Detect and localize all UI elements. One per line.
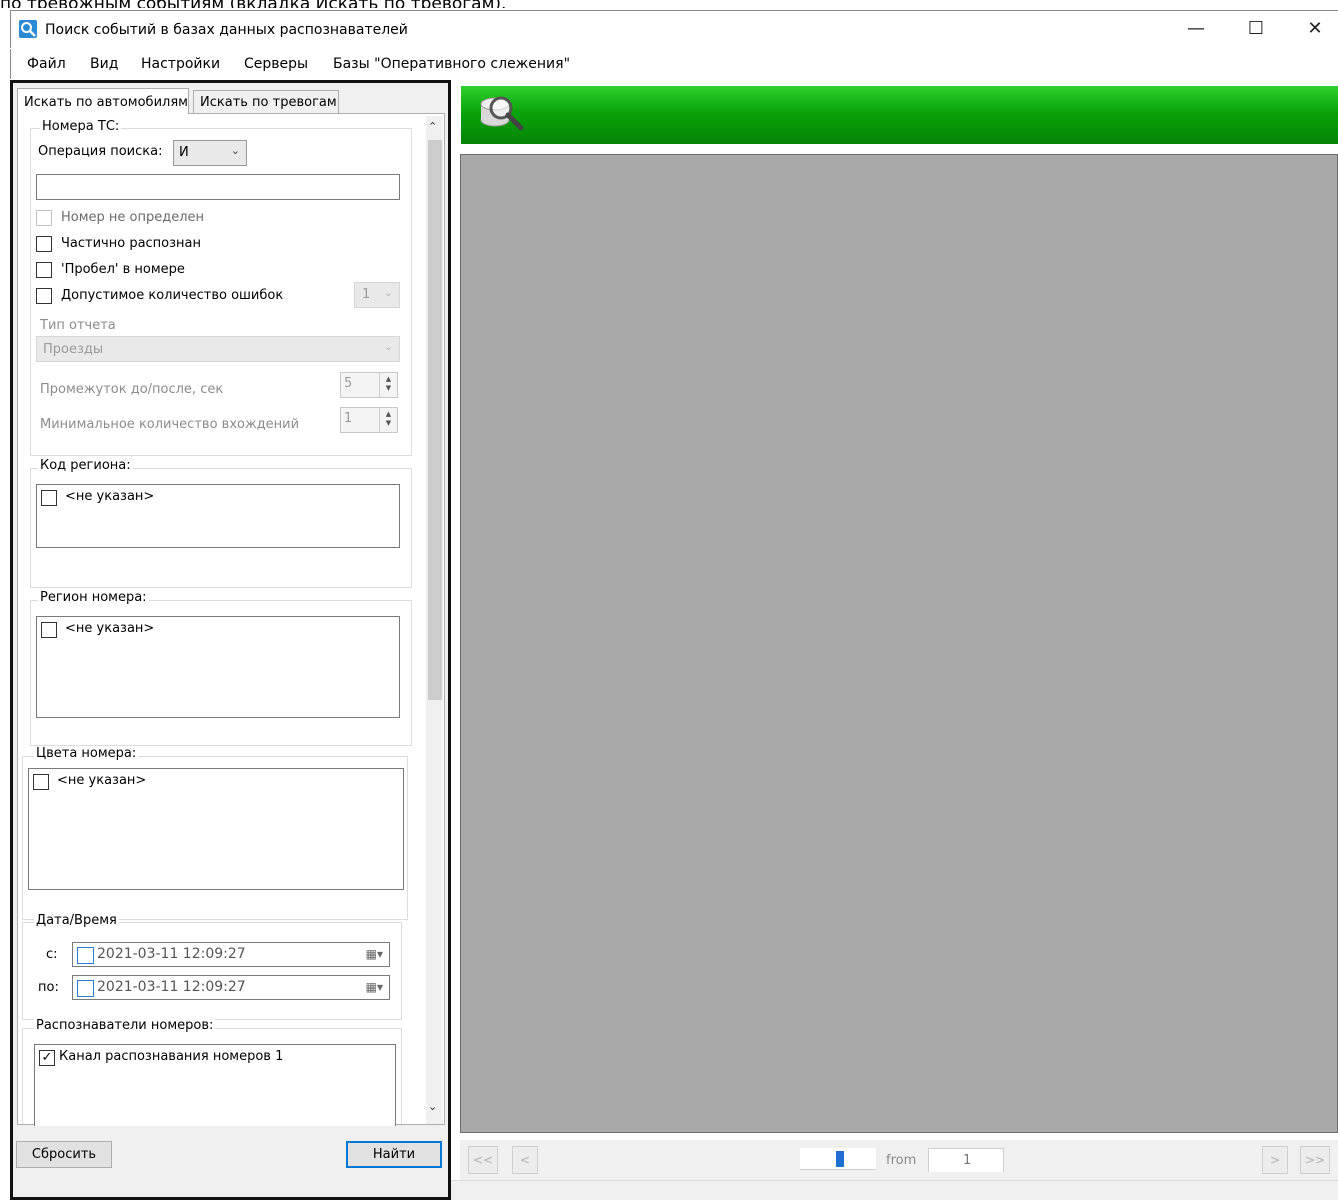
- chevron-down-icon: ⌄: [230, 144, 240, 157]
- date-from-picker[interactable]: 2021-03-11 12:09:27 ▦▾: [72, 942, 390, 967]
- prev-page-button[interactable]: <: [512, 1146, 538, 1174]
- app-icon: [19, 20, 37, 38]
- space-in-number-checkbox[interactable]: [36, 262, 52, 278]
- min-count-spinner[interactable]: 1 ▲ ▼: [340, 407, 398, 433]
- text-cursor: [836, 1151, 844, 1167]
- date-from-value: 2021-03-11 12:09:27: [97, 946, 246, 962]
- region-code-label: Код региона:: [38, 458, 133, 473]
- spinner-arrows-icon[interactable]: ▲ ▼: [379, 408, 397, 432]
- allowed-errors-label: Допустимое количество ошибок: [61, 288, 284, 303]
- menu-servers[interactable]: Серверы: [244, 56, 308, 72]
- tab-search-by-alarms[interactable]: Искать по тревогам: [193, 90, 339, 114]
- plate-colors-item-checkbox[interactable]: [33, 774, 49, 790]
- status-bar: [451, 1180, 1338, 1200]
- menu-view[interactable]: Вид: [90, 56, 118, 72]
- last-page-button[interactable]: >>: [1300, 1146, 1330, 1174]
- recognizers-label: Распознаватели номеров:: [34, 1018, 216, 1033]
- calendar-icon[interactable]: ▦▾: [366, 980, 383, 994]
- space-in-number-label: 'Пробел' в номере: [61, 262, 185, 277]
- report-type-select[interactable]: Проезды ⌄: [36, 336, 400, 362]
- region-code-item-label: <не указан>: [65, 489, 155, 504]
- report-type-value: Проезды: [43, 342, 104, 357]
- chevron-down-icon: ⌄: [383, 340, 393, 353]
- search-operation-value: И: [179, 145, 189, 160]
- partially-recognized-label: Частично распознан: [61, 236, 202, 251]
- date-to-label: по:: [38, 980, 59, 995]
- results-header: [461, 86, 1338, 144]
- date-from-label: с:: [46, 947, 58, 962]
- window-titlebar: Поиск событий в базах данных распознават…: [10, 10, 1338, 48]
- date-to-picker[interactable]: 2021-03-11 12:09:27 ▦▾: [72, 975, 390, 1000]
- date-to-checkbox[interactable]: [77, 980, 94, 997]
- search-operation-select[interactable]: И ⌄: [173, 140, 247, 166]
- min-count-label: Минимальное количество вхождений: [40, 417, 300, 432]
- region-code-list[interactable]: <не указан>: [36, 484, 400, 548]
- date-to-value: 2021-03-11 12:09:27: [97, 979, 246, 995]
- interval-value: 5: [344, 376, 353, 391]
- plate-colors-item-label: <не указан>: [57, 773, 147, 788]
- interval-spinner[interactable]: 5 ▲ ▼: [340, 372, 398, 398]
- plate-region-label: Регион номера:: [38, 590, 149, 605]
- minimize-button[interactable]: —: [1167, 11, 1225, 49]
- scroll-down-icon[interactable]: ⌄: [428, 1100, 437, 1113]
- plates-group-label: Номера ТС:: [40, 119, 122, 134]
- first-page-button[interactable]: <<: [468, 1146, 498, 1174]
- plate-region-item-label: <не указан>: [65, 621, 155, 636]
- spinner-arrows-icon[interactable]: ▲ ▼: [379, 373, 397, 397]
- total-pages-field: 1: [928, 1148, 1004, 1172]
- menu-realtime-databases[interactable]: Базы "Оперативного слежения": [333, 56, 570, 72]
- scroll-up-icon[interactable]: ⌃: [428, 120, 437, 133]
- partially-recognized-checkbox[interactable]: [36, 236, 52, 252]
- close-button[interactable]: ✕: [1286, 11, 1338, 49]
- datetime-group: [22, 922, 402, 1020]
- vertical-scrollbar[interactable]: ⌃ ⌄: [426, 116, 443, 1124]
- menu-file[interactable]: Файл: [27, 56, 66, 72]
- search-icon: [477, 90, 527, 142]
- recognizer-item-label: Канал распознавания номеров 1: [59, 1049, 284, 1064]
- menubar: Файл Вид Настройки Серверы Базы "Операти…: [10, 49, 1338, 79]
- reset-button[interactable]: Сбросить: [16, 1141, 112, 1168]
- recognizer-item-checkbox[interactable]: ✓: [39, 1050, 55, 1066]
- tab-content: Номера ТС: Операция поиска: И ⌄ Номер не…: [17, 113, 445, 1126]
- find-button[interactable]: Найти: [346, 1141, 442, 1168]
- plate-region-list[interactable]: <не указан>: [36, 616, 400, 718]
- datetime-label: Дата/Время: [34, 913, 119, 928]
- window-title: Поиск событий в базах данных распознават…: [45, 22, 408, 38]
- region-code-item-checkbox[interactable]: [41, 490, 57, 506]
- chevron-down-icon: ⌄: [383, 286, 393, 299]
- search-operation-label: Операция поиска:: [38, 144, 163, 159]
- next-page-button[interactable]: >: [1262, 1146, 1288, 1174]
- not-detected-checkbox[interactable]: [36, 210, 52, 226]
- search-panel: Искать по автомобилям Искать по тревогам…: [10, 80, 451, 1200]
- results-viewer[interactable]: [460, 154, 1338, 1133]
- allowed-errors-value: 1: [362, 287, 371, 302]
- calendar-icon[interactable]: ▦▾: [366, 947, 383, 961]
- min-count-value: 1: [344, 411, 353, 426]
- not-detected-label: Номер не определен: [61, 210, 205, 225]
- plate-region-item-checkbox[interactable]: [41, 622, 57, 638]
- maximize-button[interactable]: ☐: [1227, 11, 1285, 49]
- date-from-checkbox[interactable]: [77, 947, 94, 964]
- scrollbar-thumb[interactable]: [428, 140, 442, 700]
- recognizers-list[interactable]: ✓ Канал распознавания номеров 1: [34, 1044, 396, 1126]
- report-type-label: Тип отчета: [40, 318, 116, 333]
- allowed-errors-checkbox[interactable]: [36, 288, 52, 304]
- pager-bar: << < from 1 > >>: [460, 1140, 1338, 1180]
- interval-label: Промежуток до/после, сек: [40, 382, 224, 397]
- menu-settings[interactable]: Настройки: [141, 56, 220, 72]
- plate-colors-list[interactable]: <не указан>: [28, 768, 404, 890]
- pager-from-label: from: [886, 1153, 917, 1168]
- plate-colors-label: Цвета номера:: [34, 746, 139, 761]
- plate-number-input[interactable]: [36, 174, 400, 200]
- document-caption: по тревожным событиям (вкладка Искать по…: [0, 0, 506, 8]
- allowed-errors-select[interactable]: 1 ⌄: [354, 282, 400, 308]
- tab-search-by-vehicles[interactable]: Искать по автомобилям: [17, 88, 189, 114]
